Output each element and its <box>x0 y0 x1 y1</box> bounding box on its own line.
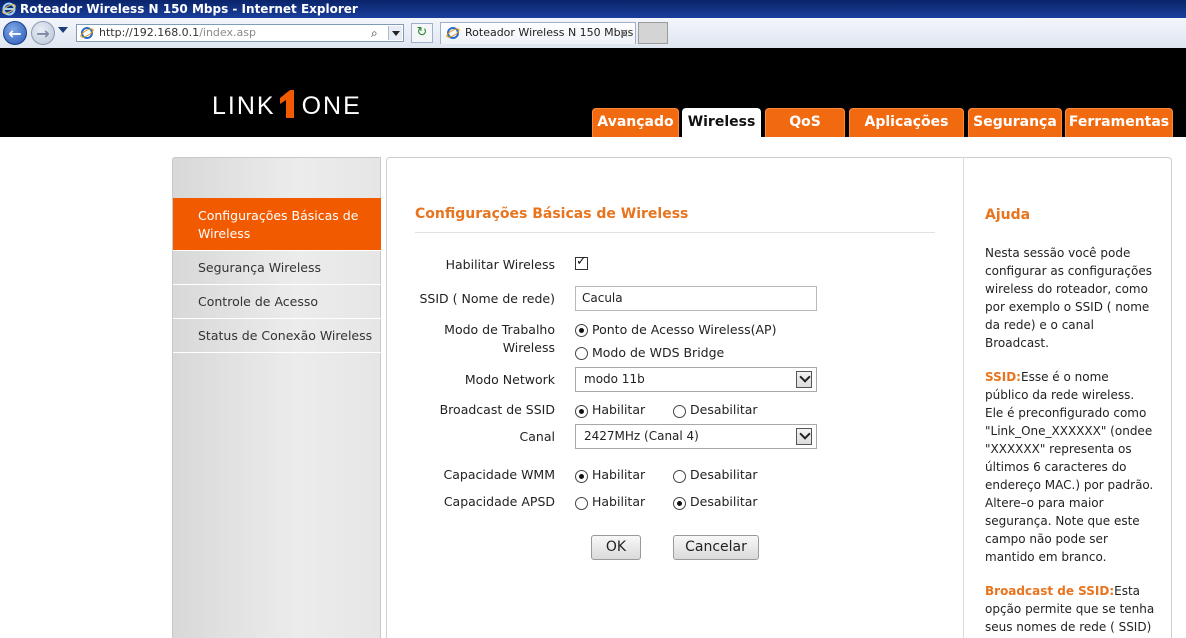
logo-one-mark-icon <box>276 88 302 118</box>
back-arrow-icon: ← <box>8 23 22 43</box>
internet-explorer-icon <box>2 2 16 16</box>
menu-item-basic-wireless[interactable]: Configurações Básicas de Wireless <box>173 198 381 251</box>
channel-label: Canal <box>519 429 555 444</box>
url-path: /index.asp <box>199 26 256 39</box>
search-icon[interactable]: ⌕ <box>371 25 385 41</box>
help-ssid-desc: Esse é o nome público da rede wireless. … <box>985 370 1154 564</box>
content-panel <box>386 157 964 638</box>
address-url: http://192.168.0.1/index.asp <box>99 25 256 41</box>
work-mode-wds-label: Modo de WDS Bridge <box>592 345 725 360</box>
broadcast-ssid-label: Broadcast de SSID <box>439 402 555 417</box>
window-titlebar: Roteador Wireless N 150 Mbps - Internet … <box>0 0 1186 18</box>
help-broadcast-text: Broadcast de SSID:Esta opção permite que… <box>985 582 1155 636</box>
title-divider <box>415 232 935 233</box>
work-mode-wds-radio[interactable] <box>575 347 588 360</box>
url-host: http://192.168.0.1 <box>99 26 200 39</box>
wmm-label: Capacidade WMM <box>443 467 555 482</box>
wmm-disable-radio[interactable] <box>673 470 686 483</box>
apsd-label: Capacidade APSD <box>443 494 555 509</box>
network-mode-label: Modo Network <box>464 372 555 387</box>
tab-title: Roteador Wireless N 150 Mbps <box>465 26 634 39</box>
browser-navbar: ← → http://192.168.0.1/index.asp ⌕ ↻ Rot… <box>0 18 1186 49</box>
nav-tab-wireless[interactable]: Wireless <box>682 108 761 137</box>
ssid-input[interactable]: Cacula <box>575 286 817 311</box>
menu-item-access-control[interactable]: Controle de Acesso <box>173 285 381 319</box>
close-tab-icon[interactable]: × <box>619 23 629 43</box>
ssid-label: SSID ( Nome de rede) <box>419 291 556 306</box>
enable-wireless-label: Habilitar Wireless <box>445 257 555 272</box>
browser-tab[interactable]: Roteador Wireless N 150 Mbps × <box>440 22 636 44</box>
page-icon <box>80 27 94 39</box>
nav-tab-ferramentas[interactable]: Ferramentas <box>1065 108 1173 137</box>
apsd-enable-radio[interactable] <box>575 497 588 510</box>
history-dropdown-icon[interactable] <box>58 27 68 33</box>
address-bar[interactable]: http://192.168.0.1/index.asp ⌕ <box>76 24 404 42</box>
channel-value: 2427MHz (Canal 4) <box>584 429 699 443</box>
broadcast-disable-radio[interactable] <box>673 405 686 418</box>
window-title: Roteador Wireless N 150 Mbps - Internet … <box>20 2 358 16</box>
wmm-enable-label: Habilitar <box>592 467 646 482</box>
apsd-enable-label: Habilitar <box>592 494 646 509</box>
forward-button[interactable]: → <box>31 21 55 45</box>
cancel-button[interactable]: Cancelar <box>673 535 759 560</box>
help-ssid-term: SSID: <box>985 370 1021 384</box>
work-mode-ap-radio[interactable] <box>575 324 588 337</box>
link-one-logo: LINK ONE <box>212 88 362 120</box>
work-mode-ap-label: Ponto de Acesso Wireless(AP) <box>592 322 777 337</box>
network-mode-select[interactable]: modo 11b <box>575 367 817 392</box>
work-mode-label-line1: Modo de Trabalho <box>444 322 555 337</box>
enable-wireless-checkbox[interactable] <box>575 254 588 270</box>
help-intro-text: Nesta sessão você pode configurar as con… <box>985 246 1152 350</box>
refresh-icon: ↻ <box>416 25 428 40</box>
address-dropdown-icon[interactable] <box>388 26 402 40</box>
broadcast-enable-label: Habilitar <box>592 402 646 417</box>
menu-item-wireless-security[interactable]: Segurança Wireless <box>173 251 381 285</box>
apsd-disable-radio[interactable] <box>673 497 686 510</box>
logo-text-left: LINK <box>212 92 276 120</box>
tab-page-icon <box>446 27 460 39</box>
nav-tab-aplicacoes[interactable]: Aplicações <box>849 108 964 137</box>
forward-arrow-icon: → <box>36 23 50 43</box>
logo-text-right: ONE <box>301 92 362 120</box>
nav-tab-avancado[interactable]: Avançado <box>592 108 679 137</box>
network-mode-value: modo 11b <box>584 372 645 386</box>
nav-tab-seguranca[interactable]: Segurança <box>968 108 1062 137</box>
ok-button[interactable]: OK <box>591 535 641 560</box>
help-broadcast-term: Broadcast de SSID: <box>985 584 1115 598</box>
work-mode-label-line2: Wireless <box>502 340 555 355</box>
broadcast-enable-radio[interactable] <box>575 405 588 418</box>
left-menu: Configurações Básicas de Wireless Segura… <box>172 157 381 638</box>
chevron-down-icon[interactable] <box>796 428 812 445</box>
back-button[interactable]: ← <box>3 21 27 45</box>
nav-tab-qos[interactable]: QoS <box>765 108 845 137</box>
wmm-enable-radio[interactable] <box>575 470 588 483</box>
page-title: Configurações Básicas de Wireless <box>415 206 689 222</box>
menu-item-connection-status[interactable]: Status de Conexão Wireless <box>173 319 381 353</box>
apsd-disable-label: Desabilitar <box>690 494 758 509</box>
new-tab-button[interactable] <box>638 22 668 44</box>
chevron-down-icon[interactable] <box>796 371 812 388</box>
help-ssid-text: SSID:Esse é o nome público da rede wirel… <box>985 368 1155 566</box>
broadcast-disable-label: Desabilitar <box>690 402 758 417</box>
refresh-button[interactable]: ↻ <box>411 23 433 43</box>
wmm-disable-label: Desabilitar <box>690 467 758 482</box>
help-title: Ajuda <box>985 207 1031 223</box>
channel-select[interactable]: 2427MHz (Canal 4) <box>575 424 817 449</box>
